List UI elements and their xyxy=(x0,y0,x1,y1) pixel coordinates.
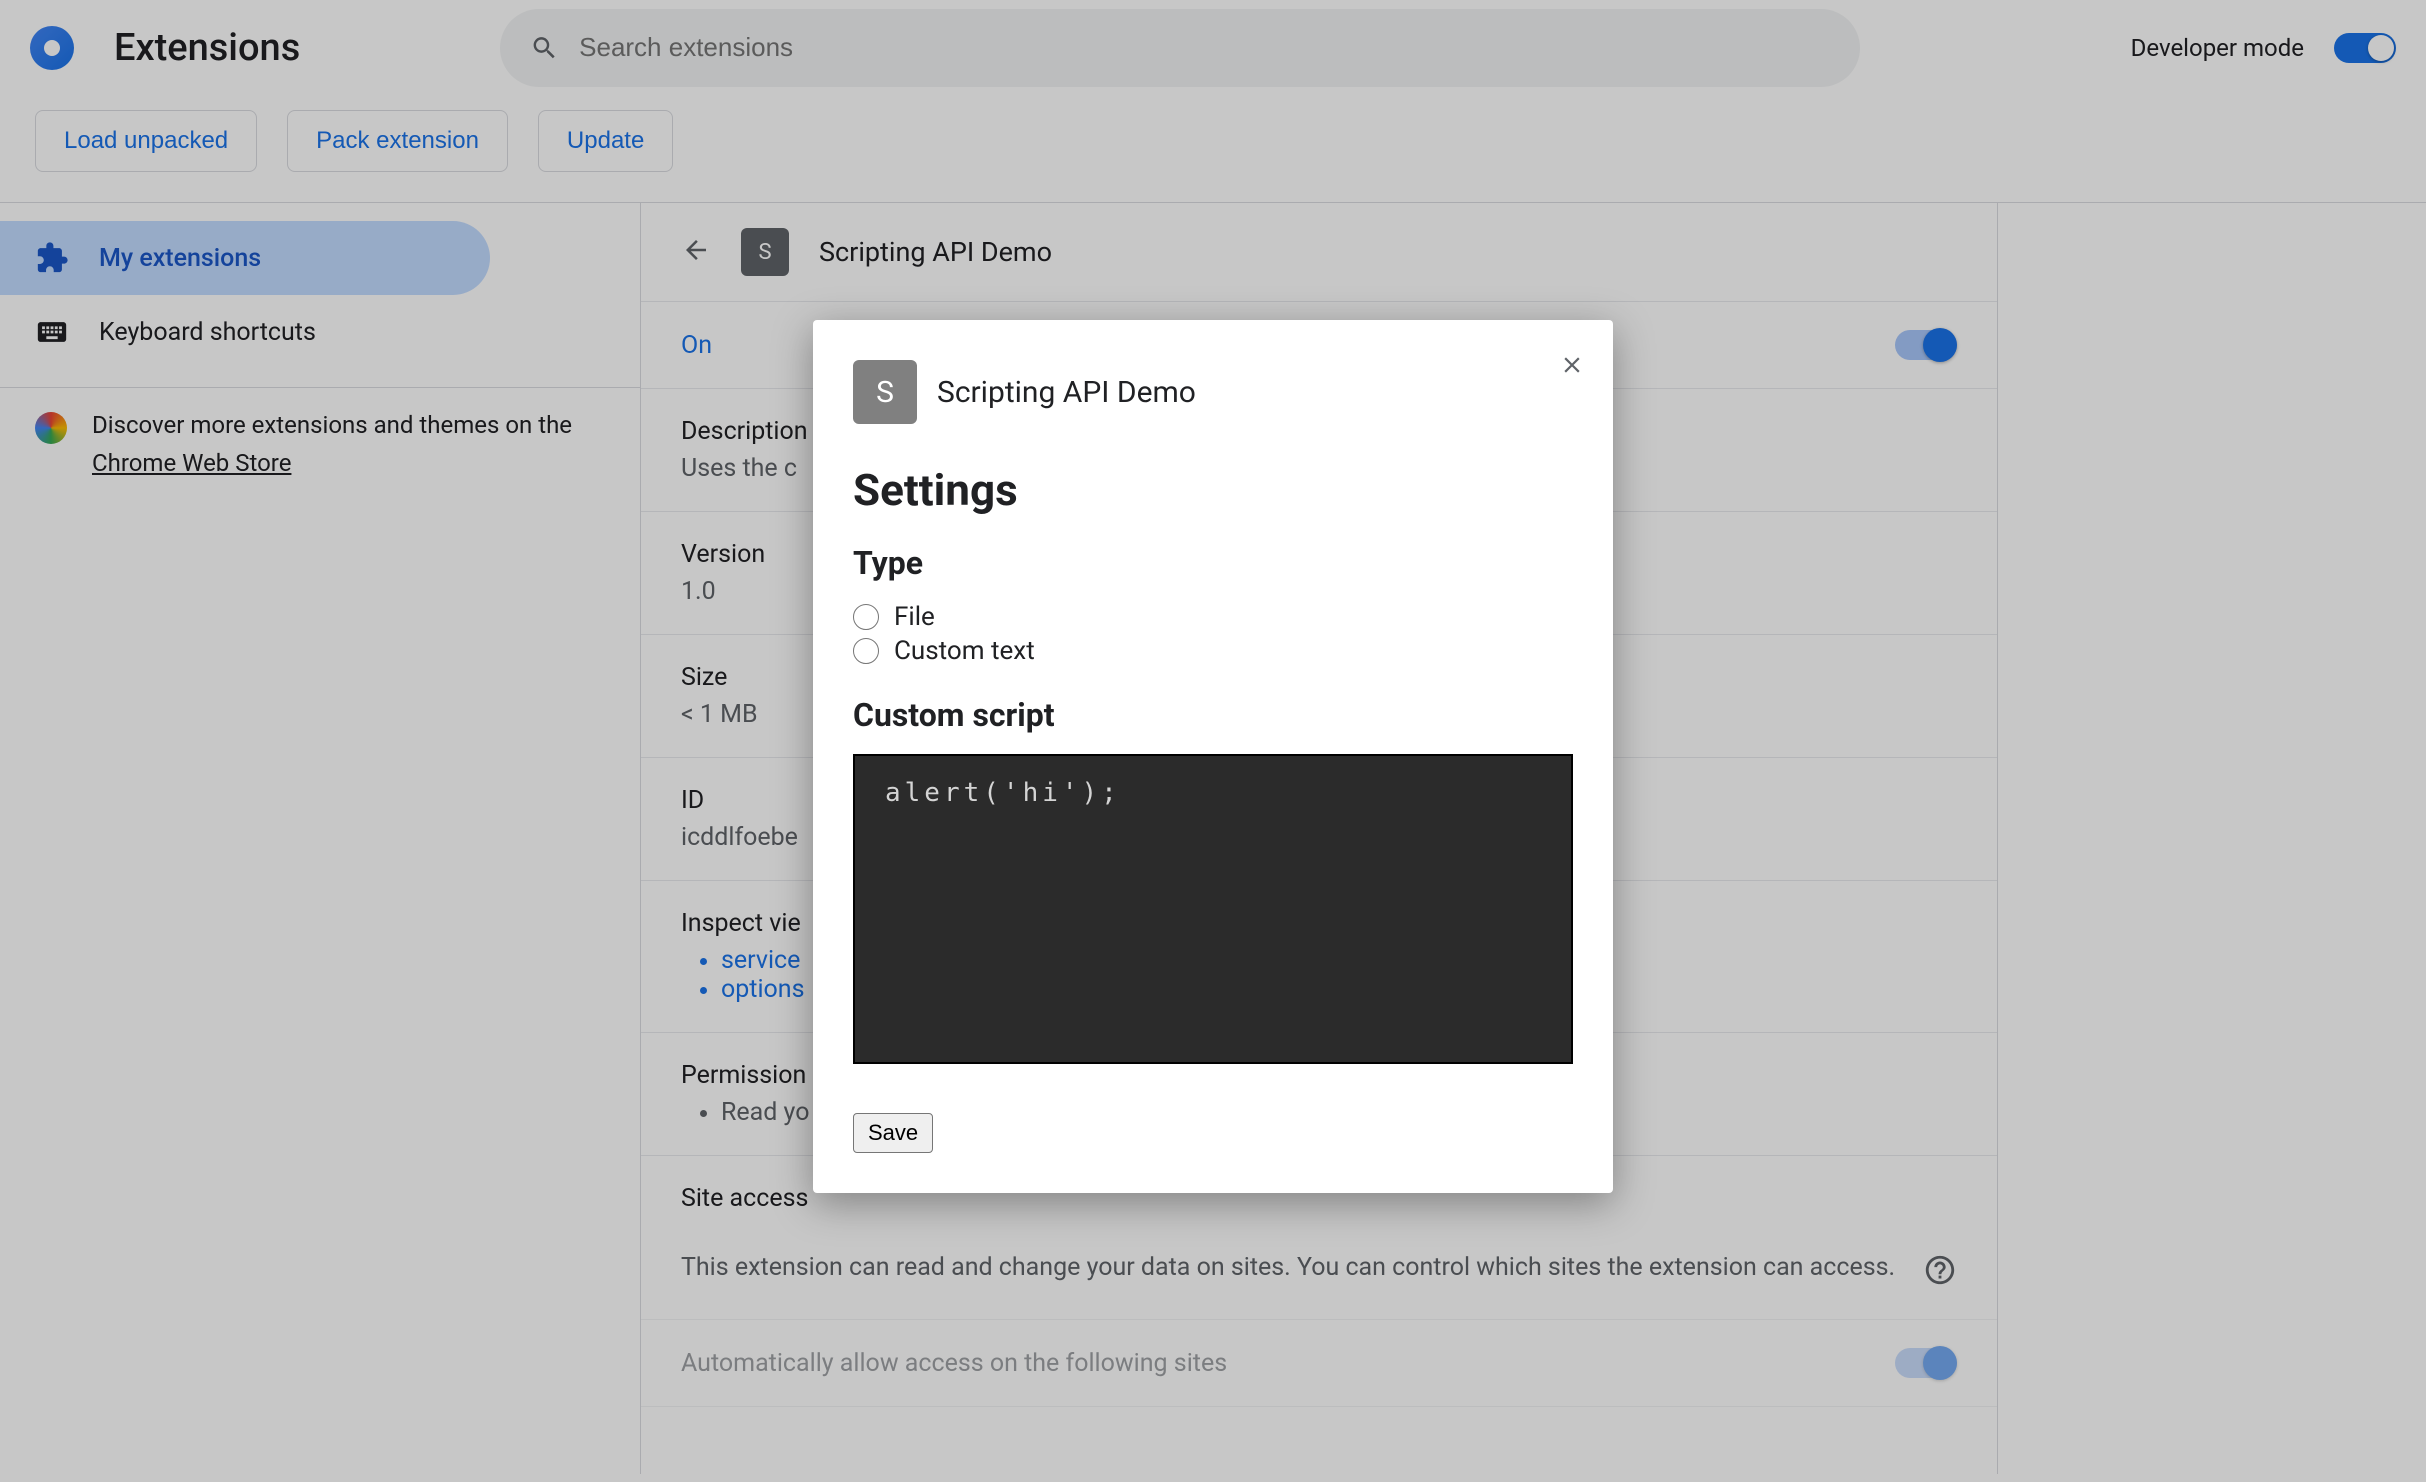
settings-heading: Settings xyxy=(853,464,1573,516)
dialog-badge: S xyxy=(853,360,917,424)
custom-script-heading: Custom script xyxy=(853,696,1573,734)
dialog-title: Scripting API Demo xyxy=(937,375,1196,410)
radio-file-input[interactable] xyxy=(853,604,879,630)
type-heading: Type xyxy=(853,544,1573,582)
radio-custom-label: Custom text xyxy=(894,636,1035,666)
radio-custom[interactable]: Custom text xyxy=(853,636,1573,666)
save-button[interactable]: Save xyxy=(853,1113,933,1153)
modal-overlay: S Scripting API Demo Settings Type File … xyxy=(0,0,2426,1482)
radio-custom-input[interactable] xyxy=(853,638,879,664)
radio-file[interactable]: File xyxy=(853,602,1573,632)
radio-file-label: File xyxy=(894,602,935,632)
close-icon xyxy=(1559,352,1585,378)
options-dialog: S Scripting API Demo Settings Type File … xyxy=(813,320,1613,1193)
close-button[interactable] xyxy=(1559,348,1585,387)
custom-script-textarea[interactable] xyxy=(853,754,1573,1064)
